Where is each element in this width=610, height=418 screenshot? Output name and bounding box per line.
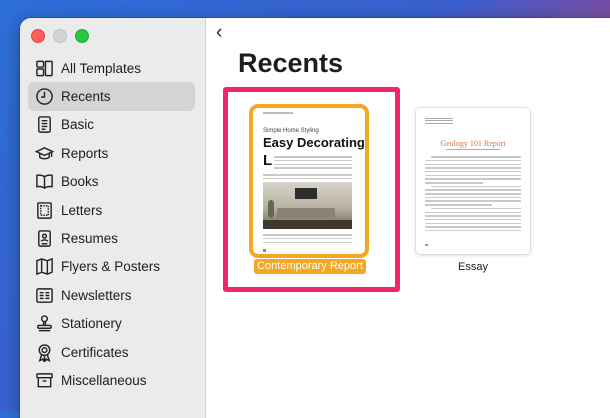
sidebar-item-certificates[interactable]: Certificates <box>28 338 195 366</box>
sidebar: All Templates Recents Basic Reports Book… <box>20 18 206 418</box>
sidebar-item-recents[interactable]: Recents <box>28 82 195 111</box>
sidebar-item-label: Letters <box>61 202 103 218</box>
sidebar-item-label: Basic <box>61 117 95 133</box>
thumbnail-kicker: Simple Home Styling <box>263 128 319 134</box>
page-title: Recents <box>238 48 344 78</box>
book-icon <box>34 172 54 192</box>
letter-icon <box>34 200 54 220</box>
thumbnail-heading: Easy Decorating <box>263 135 365 150</box>
sidebar-item-books[interactable]: Books <box>28 168 195 196</box>
newspaper-icon <box>34 285 54 305</box>
sidebar-nav: All Templates Recents Basic Reports Book… <box>28 54 195 395</box>
window-controls <box>31 29 89 43</box>
thumbnail-dropcap: L <box>263 152 273 169</box>
sidebar-item-label: Reports <box>61 145 109 161</box>
sidebar-item-label: Certificates <box>61 344 129 360</box>
sidebar-item-label: Books <box>61 174 99 190</box>
sidebar-item-reports[interactable]: Reports <box>28 139 195 167</box>
sidebar-item-label: Resumes <box>61 231 119 247</box>
pages-template-chooser-window: All Templates Recents Basic Reports Book… <box>20 18 610 418</box>
template-label-essay[interactable]: Essay <box>416 261 530 273</box>
stamp-icon <box>34 314 54 334</box>
back-chevron-icon[interactable]: ‹ <box>216 23 222 43</box>
graduation-cap-icon <box>34 143 54 163</box>
thumbnail-room-photo <box>263 182 352 229</box>
maximize-window-button[interactable] <box>75 29 89 43</box>
sidebar-item-label: Newsletters <box>61 287 132 303</box>
sidebar-item-miscellaneous[interactable]: Miscellaneous <box>28 366 195 394</box>
ribbon-icon <box>34 342 54 362</box>
template-label-contemporary-report[interactable]: Contemporary Report <box>254 259 366 274</box>
template-thumbnail-contemporary-report[interactable]: Simple Home Styling Easy Decorating L <box>249 104 369 258</box>
sidebar-item-stationery[interactable]: Stationery <box>28 310 195 338</box>
sidebar-item-basic[interactable]: Basic <box>28 111 195 139</box>
close-window-button[interactable] <box>31 29 45 43</box>
template-thumbnail-essay[interactable]: Geology 101 Report <box>416 108 530 254</box>
sidebar-item-flyers-posters[interactable]: Flyers & Posters <box>28 253 195 281</box>
sidebar-item-label: Miscellaneous <box>61 372 147 388</box>
sidebar-item-label: All Templates <box>61 60 142 76</box>
document-icon <box>34 115 54 135</box>
sidebar-item-label: Recents <box>61 89 111 105</box>
thumbnail-text-lines <box>425 154 521 234</box>
sidebar-item-label: Flyers & Posters <box>61 259 161 275</box>
sidebar-item-resumes[interactable]: Resumes <box>28 224 195 252</box>
grid-icon <box>34 58 54 78</box>
sidebar-item-newsletters[interactable]: Newsletters <box>28 281 195 309</box>
sidebar-item-letters[interactable]: Letters <box>28 196 195 224</box>
resume-icon <box>34 229 54 249</box>
sidebar-item-label: Stationery <box>61 316 122 332</box>
thumbnail-text-lines <box>274 154 352 171</box>
minimize-window-button[interactable] <box>53 29 67 43</box>
template-gallery: ‹ Recents Simple Home Styling Easy Decor… <box>206 18 610 418</box>
map-icon <box>34 257 54 277</box>
clock-icon <box>34 87 54 107</box>
archive-box-icon <box>34 370 54 390</box>
sidebar-item-all-templates[interactable]: All Templates <box>28 54 195 82</box>
thumbnail-heading: Geology 101 Report <box>440 139 506 148</box>
